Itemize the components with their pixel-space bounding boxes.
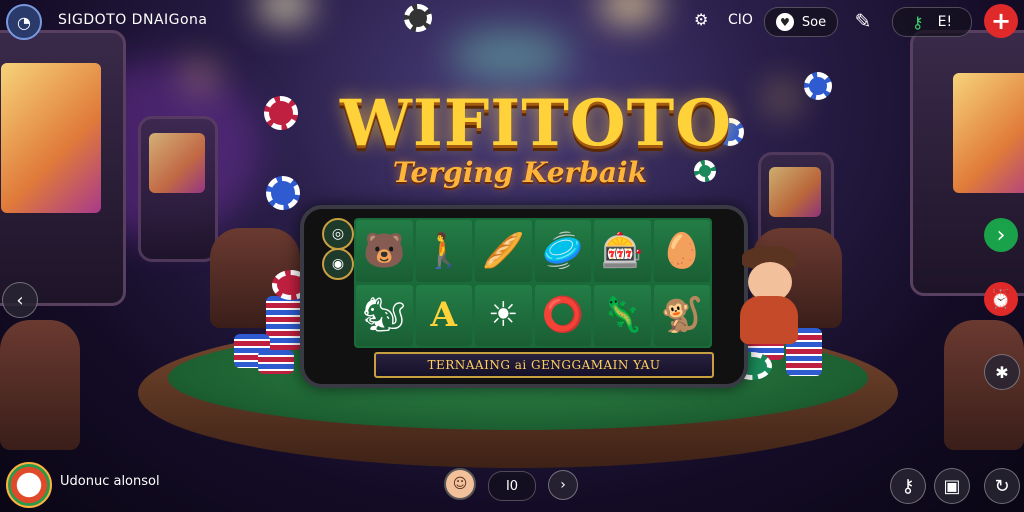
stage-light-lamp-right [772, 88, 792, 108]
add-button[interactable]: + [984, 4, 1018, 38]
chevron-right-small-icon: › [560, 477, 566, 493]
share-icon: ✱ [995, 362, 1009, 382]
share-button[interactable]: ✱ [984, 354, 1020, 390]
window-button[interactable]: ▣ [934, 468, 970, 504]
forward-button[interactable]: › [548, 470, 578, 500]
reel-symbol: 🎰 [594, 220, 651, 282]
hero-title: WIFITOTO [340, 86, 732, 161]
arcade-screen-right-2 [769, 167, 821, 217]
reel-symbol: 🐻 [356, 220, 413, 282]
player-avatar[interactable]: ☺ [444, 468, 476, 500]
reel-symbol: A [415, 284, 472, 346]
account-label: Soe [801, 14, 827, 30]
stage-light-lamp [190, 66, 210, 86]
username: Udonuc alonsol [60, 474, 160, 489]
page-label: I0 [505, 478, 519, 494]
grid-icon[interactable]: E! [938, 14, 952, 30]
refresh-button[interactable]: ↻ [984, 468, 1020, 504]
arcade-machine-left-2 [138, 116, 218, 262]
chevron-right-icon: › [996, 222, 1006, 248]
plus-icon: + [990, 7, 1012, 35]
chevron-left-icon: ‹ [16, 289, 24, 311]
pencil-icon[interactable]: ✎ [846, 4, 880, 38]
reel-symbol: 🐿 [356, 284, 413, 346]
site-name: SIGDOTO DNAIGona [58, 12, 208, 28]
chip-stack [258, 350, 294, 374]
reel-symbol: ☀ [475, 284, 532, 346]
reel-symbol: ⭕ [534, 284, 591, 346]
phone-side-button-top[interactable]: ◎ [322, 218, 354, 250]
phone-side-button-bottom[interactable]: ◉ [322, 248, 354, 280]
prev-button[interactable]: ‹ [2, 282, 38, 318]
page-pill[interactable]: I0 [488, 471, 536, 501]
tools-pill[interactable]: ⚷ E! [892, 7, 972, 37]
key-icon[interactable]: ⚷ [912, 13, 924, 32]
reel-symbol: 🥚 [653, 220, 710, 282]
alarm-button[interactable]: ⏰ [984, 282, 1018, 316]
key-button[interactable]: ⚷ [890, 468, 926, 504]
gift-icon[interactable]: ⚙ [694, 10, 708, 29]
arcade-screen-left-2 [149, 133, 205, 193]
floating-chip [694, 160, 716, 182]
hero-subtitle: Terging Kerbaik [392, 156, 648, 189]
arcade-machine-left [0, 30, 126, 306]
arcade-screen-right [953, 73, 1024, 193]
reel-symbol: 🥏 [534, 220, 591, 282]
reel-symbol: 🚶 [415, 220, 472, 282]
account-pill[interactable]: ♥ Soe [764, 7, 838, 37]
floating-chip [804, 72, 832, 100]
reel-symbol: 🦎 [594, 284, 651, 346]
user-avatar[interactable] [6, 462, 52, 508]
floating-chip [266, 176, 300, 210]
alarm-icon: ⏰ [989, 288, 1013, 310]
window-icon: ▣ [943, 475, 961, 497]
chip-stack [266, 296, 302, 350]
mascot-body [740, 296, 798, 344]
game-banner: TERNAAING ai GENGGAMAIN YAU [374, 352, 714, 378]
top-bar: ◔ SIGDOTO DNAIGona ⚙ CIO ♥ Soe ✎ ⚷ E! + [0, 0, 1024, 42]
slot-reels[interactable]: 🐻 🚶 🥖 🥏 🎰 🥚 🐿 A ☀ ⭕ 🦎 🐒 [354, 218, 712, 348]
heart-icon: ♥ [775, 13, 794, 31]
reel-symbol: 🥖 [475, 220, 532, 282]
refresh-icon: ↻ [994, 475, 1010, 497]
chair-left [0, 320, 80, 450]
arcade-screen-left [1, 63, 101, 213]
logo-icon[interactable]: ◔ [6, 4, 42, 40]
arcade-machine-right [910, 30, 1024, 296]
floating-chip [264, 96, 298, 130]
counter-label: CIO [728, 12, 753, 28]
reel-symbol: 🐒 [653, 284, 710, 346]
next-button[interactable]: › [984, 218, 1018, 252]
key-bottom-icon: ⚷ [901, 475, 915, 497]
